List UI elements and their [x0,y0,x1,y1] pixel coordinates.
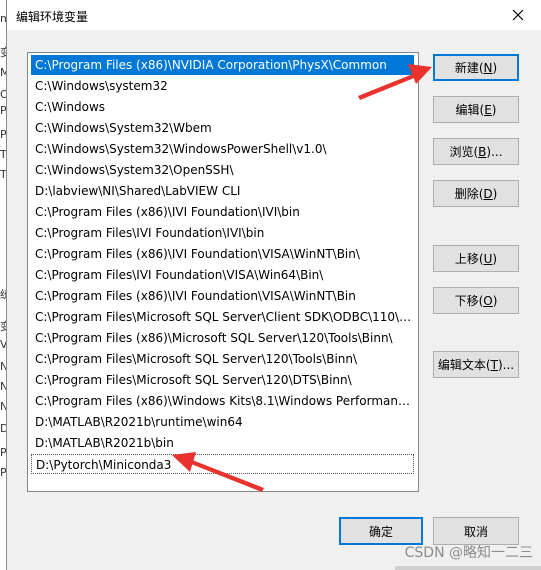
edit-environment-variable-dialog: 编辑环境变量 C:\Program Files (x86)\NVIDIA Cor… [6,0,541,570]
list-item[interactable]: C:\Program Files\Microsoft SQL Server\12… [31,370,414,390]
list-item[interactable]: C:\Windows [31,97,414,117]
list-item[interactable]: C:\Program Files\IVI Foundation\IVI\bin [31,223,414,243]
list-item[interactable]: D:\MATLAB\R2021b\runtime\win64 [31,412,414,432]
list-item[interactable]: C:\Program Files\IVI Foundation\VISA\Win… [31,265,414,285]
list-item[interactable]: D:\MATLAB\R2021b\bin [31,433,414,453]
move-up-button[interactable]: 上移(U) [433,245,519,272]
background-window-bottom-edge [395,566,541,570]
list-item[interactable]: C:\Program Files (x86)\Microsoft SQL Ser… [31,328,414,348]
list-item[interactable]: D:\Pytorch\Miniconda3 [31,454,414,474]
title-bar: 编辑环境变量 [7,0,541,30]
dialog-title: 编辑环境变量 [16,10,89,24]
list-item[interactable]: C:\Windows\System32\WindowsPowerShell\v1… [31,139,414,159]
list-item[interactable]: C:\Program Files\Microsoft SQL Server\12… [31,349,414,369]
list-item[interactable]: C:\Program Files (x86)\Windows Kits\8.1\… [31,391,414,411]
edit-text-button[interactable]: 编辑文本(T)... [433,351,519,378]
list-item[interactable]: C:\Program Files (x86)\NVIDIA Corporatio… [31,55,414,75]
edit-button[interactable]: 编辑(E) [433,96,519,123]
list-item[interactable]: D:\labview\NI\Shared\LabVIEW CLI [31,181,414,201]
list-item[interactable]: C:\Program Files (x86)\IVI Foundation\IV… [31,202,414,222]
list-item[interactable]: C:\Windows\system32 [31,76,414,96]
list-item[interactable]: C:\Windows\System32\OpenSSH\ [31,160,414,180]
close-icon [512,9,524,21]
list-item[interactable]: C:\Program Files (x86)\IVI Foundation\VI… [31,286,414,306]
delete-button[interactable]: 删除(D) [433,180,519,207]
list-item[interactable]: C:\Program Files\Microsoft SQL Server\Cl… [31,307,414,327]
list-item[interactable]: C:\Program Files (x86)\IVI Foundation\VI… [31,244,414,264]
cancel-button[interactable]: 取消 [433,517,519,545]
browse-button[interactable]: 浏览(B)... [433,138,519,165]
close-button[interactable] [495,0,541,30]
move-down-button[interactable]: 下移(O) [433,287,519,314]
ok-button[interactable]: 确定 [339,517,423,545]
new-button[interactable]: 新建(N) [433,54,519,81]
list-item[interactable]: C:\Windows\System32\Wbem [31,118,414,138]
path-list[interactable]: C:\Program Files (x86)\NVIDIA Corporatio… [27,52,419,492]
csdn-watermark: CSDN @略知一二三 [404,545,533,561]
